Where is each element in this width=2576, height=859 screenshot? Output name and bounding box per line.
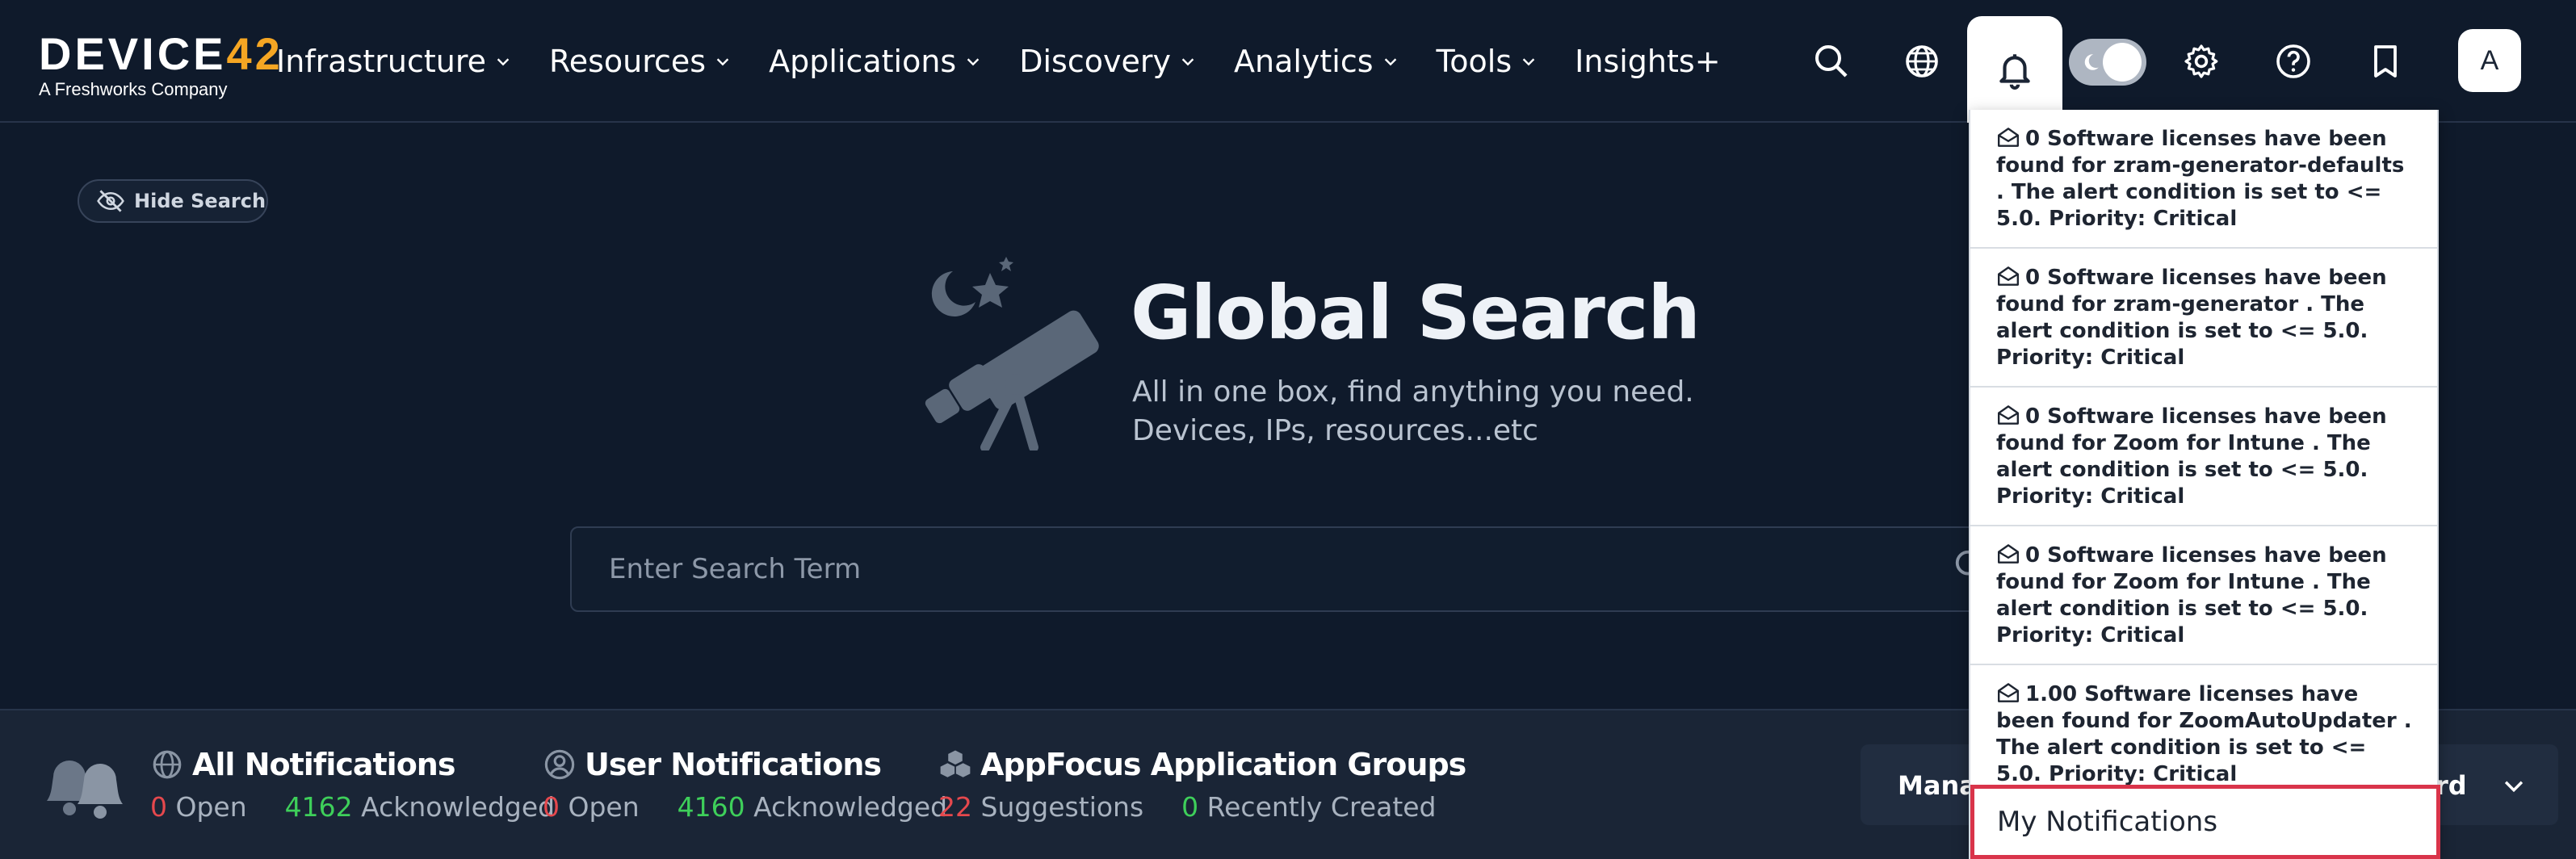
notification-text: 0 Software licenses have been found for …	[1996, 543, 2387, 647]
avatar[interactable]: A	[2458, 29, 2521, 92]
cubes-icon	[940, 750, 971, 777]
notification-text: 0 Software licenses have been found for …	[1996, 404, 2387, 509]
my-notifications-link[interactable]: My Notifications	[1970, 785, 2440, 859]
notification-item[interactable]: 0 Software licenses have been found for …	[1970, 249, 2437, 388]
menu-label: Discovery	[1019, 44, 1171, 79]
gear-icon[interactable]	[2171, 31, 2232, 92]
chevron-down-icon	[1384, 58, 1396, 66]
all-notifications-stat[interactable]: All Notifications 0 Open 4162 Acknowledg…	[150, 744, 555, 823]
chevron-down-icon	[716, 58, 729, 66]
menu-label: Applications	[769, 44, 957, 79]
eye-off-icon	[97, 190, 124, 212]
globe-icon[interactable]	[1891, 31, 1953, 92]
menu-analytics[interactable]: Analytics	[1234, 36, 1399, 87]
page-title: Global Search	[1131, 270, 1701, 356]
menu-infrastructure[interactable]: Infrastructure	[276, 36, 512, 87]
menu-label: Analytics	[1233, 44, 1374, 79]
subtitle-line-1: All in one box, find anything you need.	[1132, 375, 1694, 409]
theme-toggle[interactable]	[2069, 39, 2146, 86]
envelope-open-icon	[1998, 544, 2019, 564]
notifications-dropdown: 0 Software licenses have been found for …	[1969, 110, 2440, 859]
menu-label: Tools	[1436, 44, 1512, 79]
bell-button[interactable]	[1967, 16, 2062, 123]
envelope-open-icon	[1998, 128, 2019, 147]
open-label: Open	[175, 791, 247, 823]
menu-resources[interactable]: Resources	[549, 36, 732, 87]
notification-text: 0 Software licenses have been found for …	[1996, 266, 2387, 370]
menu-insights-plus[interactable]: Insights+	[1575, 36, 1720, 87]
user-circle-icon	[544, 749, 575, 780]
menu-discovery[interactable]: Discovery	[1019, 36, 1197, 87]
telescope-icon	[925, 257, 1099, 450]
user-notifications-stat[interactable]: User Notifications 0 Open 4160 Acknowled…	[543, 744, 947, 823]
manage-label-end: rd	[2435, 770, 2467, 801]
recently-created-count: 0	[1181, 791, 1199, 823]
acknowledged-count: 4160	[677, 791, 745, 823]
logo-wordmark: DEVICE42	[39, 28, 280, 79]
user-notifications-title: User Notifications	[585, 747, 882, 782]
moon-icon	[2084, 54, 2099, 70]
chevron-down-icon	[2504, 781, 2524, 793]
open-count: 0	[543, 791, 560, 823]
chevron-down-icon	[1522, 58, 1535, 66]
envelope-open-icon	[1998, 405, 2019, 425]
acknowledged-label: Acknowledged	[753, 791, 948, 823]
page-subtitle: All in one box, find anything you need. …	[1132, 373, 1694, 450]
menu-label: Resources	[549, 44, 707, 79]
main-menu: Infrastructure Resources Applications Di…	[276, 36, 1758, 87]
menu-applications[interactable]: Applications	[769, 36, 982, 87]
notification-item[interactable]: 1.00 Software licenses have been found f…	[1970, 665, 2437, 802]
chevron-down-icon	[967, 58, 980, 66]
chevron-down-icon	[1181, 58, 1194, 66]
globe-icon	[153, 750, 182, 779]
help-icon[interactable]	[2263, 31, 2324, 92]
notification-text: 1.00 Software licenses have been found f…	[1996, 682, 2412, 786]
all-notifications-title: All Notifications	[192, 747, 455, 782]
notification-item[interactable]: 0 Software licenses have been found for …	[1970, 526, 2437, 665]
appfocus-title: AppFocus Application Groups	[980, 747, 1466, 782]
envelope-open-icon	[1998, 683, 2019, 702]
manage-label-start: Manag	[1898, 770, 1978, 801]
menu-tools[interactable]: Tools	[1437, 36, 1538, 87]
menu-label: Infrastructure	[276, 44, 487, 79]
logo-text-42: 42	[226, 28, 283, 79]
open-count: 0	[150, 791, 167, 823]
suggestions-count: 22	[938, 791, 972, 823]
notification-item[interactable]: 0 Software licenses have been found for …	[1970, 110, 2437, 249]
hide-search-label: Hide Search	[134, 190, 266, 212]
open-label: Open	[568, 791, 640, 823]
logo-text-device: DEVICE	[39, 28, 227, 79]
toggle-knob	[2103, 43, 2142, 82]
search-icon[interactable]	[1801, 31, 1862, 92]
acknowledged-label: Acknowledged	[361, 791, 556, 823]
chevron-down-icon	[497, 58, 510, 66]
subtitle-line-2: Devices, IPs, resources...etc	[1132, 414, 1538, 447]
hide-search-button[interactable]: Hide Search	[78, 179, 268, 223]
top-navbar: DEVICE42 A Freshworks Company Infrastruc…	[0, 0, 2576, 123]
envelope-open-icon	[1998, 266, 2019, 286]
acknowledged-count: 4162	[284, 791, 353, 823]
search-input[interactable]	[570, 526, 1991, 612]
notification-text: 0 Software licenses have been found for …	[1996, 127, 2405, 231]
appfocus-groups-stat[interactable]: AppFocus Application Groups 22 Suggestio…	[938, 744, 1466, 823]
recently-created-label: Recently Created	[1206, 791, 1437, 823]
notification-item[interactable]: 0 Software licenses have been found for …	[1970, 388, 2437, 526]
bell-icon	[1999, 54, 2030, 90]
bookmark-icon[interactable]	[2355, 31, 2416, 92]
logo-subtitle: A Freshworks Company	[39, 79, 228, 99]
suggestions-label: Suggestions	[980, 791, 1144, 823]
device42-logo[interactable]: DEVICE42 A Freshworks Company	[39, 28, 280, 103]
bells-icon	[47, 761, 123, 819]
menu-label: Insights+	[1575, 44, 1721, 79]
